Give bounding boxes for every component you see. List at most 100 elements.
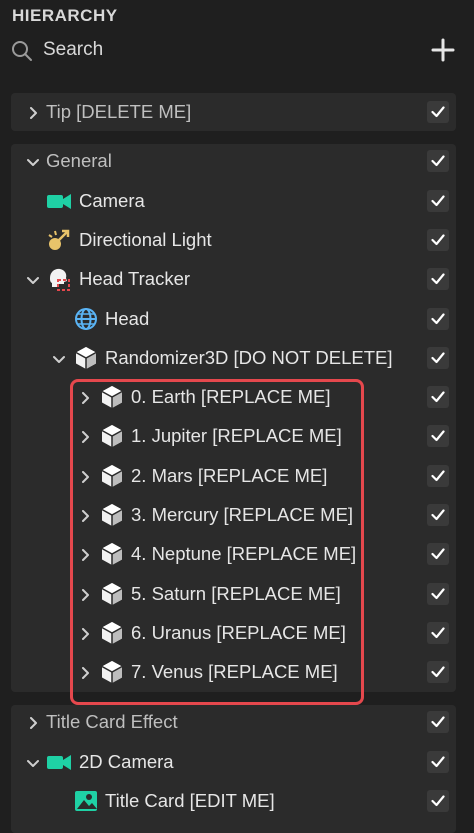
checkmark-icon: [431, 756, 445, 768]
chevron-right-icon[interactable]: [79, 666, 91, 679]
enable-checkbox[interactable]: [427, 661, 449, 683]
camera-icon: [46, 188, 72, 214]
add-object-button[interactable]: [430, 37, 456, 63]
row-label: Tip [DELETE ME]: [46, 101, 192, 122]
checkmark-icon: [431, 195, 445, 207]
search-icon[interactable]: [11, 40, 33, 62]
head-tracker-icon: [46, 266, 72, 292]
hierarchy-row[interactable]: Head: [0, 300, 474, 338]
row-label: 2D Camera: [79, 751, 174, 772]
chevron-right-icon[interactable]: [79, 627, 91, 640]
row-label: Title Card [EDIT ME]: [105, 790, 275, 811]
checkmark-icon: [431, 155, 445, 167]
chevron-right-icon[interactable]: [79, 548, 91, 561]
chevron-right-icon[interactable]: [79, 391, 91, 404]
chevron-down-icon[interactable]: [27, 155, 39, 167]
checkmark-icon: [431, 391, 445, 403]
row-label: 4. Neptune [REPLACE ME]: [131, 543, 357, 564]
hierarchy-row[interactable]: Title Card [EDIT ME]: [0, 782, 474, 820]
section-header-row[interactable]: Title Card Effect: [0, 703, 474, 741]
chevron-down-icon[interactable]: [27, 756, 39, 768]
hierarchy-row[interactable]: Head Tracker: [0, 260, 474, 298]
row-label: Camera: [79, 190, 145, 211]
enable-checkbox[interactable]: [427, 190, 449, 212]
hierarchy-row[interactable]: 2. Mars [REPLACE ME]: [0, 457, 474, 495]
row-label: Title Card Effect: [46, 711, 178, 732]
directional-light-icon: [46, 227, 72, 253]
hierarchy-row[interactable]: Randomizer3D [DO NOT DELETE]: [0, 339, 474, 377]
scene-object-icon: [99, 384, 125, 410]
enable-checkbox[interactable]: [427, 347, 449, 369]
checkmark-icon: [431, 795, 445, 807]
enable-checkbox[interactable]: [427, 150, 449, 172]
checkmark-icon: [431, 106, 445, 118]
section-header-row[interactable]: General: [0, 142, 474, 180]
row-label: 2. Mars [REPLACE ME]: [131, 465, 328, 486]
checkmark-icon: [431, 430, 445, 442]
row-label: 3. Mercury [REPLACE ME]: [131, 504, 354, 525]
checkmark-icon: [431, 509, 445, 521]
scene-object-icon: [99, 659, 125, 685]
enable-checkbox[interactable]: [427, 622, 449, 644]
image-icon: [73, 788, 99, 814]
row-label: Directional Light: [79, 229, 212, 250]
checkmark-icon: [431, 352, 445, 364]
chevron-right-icon[interactable]: [79, 509, 91, 522]
checkmark-icon: [431, 716, 445, 728]
enable-checkbox[interactable]: [427, 543, 449, 565]
enable-checkbox[interactable]: [427, 790, 449, 812]
row-label: Head Tracker: [79, 268, 191, 289]
enable-checkbox[interactable]: [427, 268, 449, 290]
hierarchy-row[interactable]: 1. Jupiter [REPLACE ME]: [0, 417, 474, 455]
chevron-right-icon[interactable]: [79, 470, 91, 483]
hierarchy-row[interactable]: 3. Mercury [REPLACE ME]: [0, 496, 474, 534]
scene-object-icon: [99, 620, 125, 646]
hierarchy-row[interactable]: 5. Saturn [REPLACE ME]: [0, 575, 474, 613]
row-label: General: [46, 150, 112, 171]
hierarchy-header-title: HIERARCHY: [12, 6, 118, 25]
globe-icon: [73, 306, 99, 332]
hierarchy-row[interactable]: 0. Earth [REPLACE ME]: [0, 378, 474, 416]
chevron-right-icon[interactable]: [27, 106, 39, 119]
row-label: 7. Venus [REPLACE ME]: [131, 661, 338, 682]
enable-checkbox[interactable]: [427, 386, 449, 408]
enable-checkbox[interactable]: [427, 711, 449, 733]
checkmark-icon: [431, 666, 445, 678]
hierarchy-row[interactable]: Directional Light: [0, 221, 474, 259]
chevron-right-icon[interactable]: [79, 588, 91, 601]
scene-object-icon: [99, 541, 125, 567]
chevron-right-icon[interactable]: [27, 716, 39, 729]
row-label: 0. Earth [REPLACE ME]: [131, 386, 331, 407]
section-header-row[interactable]: Tip [DELETE ME]: [0, 93, 474, 131]
chevron-down-icon[interactable]: [53, 352, 65, 364]
camera-icon: [46, 749, 72, 775]
checkmark-icon: [431, 627, 445, 639]
chevron-down-icon[interactable]: [27, 273, 39, 285]
enable-checkbox[interactable]: [427, 583, 449, 605]
enable-checkbox[interactable]: [427, 465, 449, 487]
enable-checkbox[interactable]: [427, 425, 449, 447]
enable-checkbox[interactable]: [427, 229, 449, 251]
enable-checkbox[interactable]: [427, 101, 449, 123]
enable-checkbox[interactable]: [427, 751, 449, 773]
checkmark-icon: [431, 273, 445, 285]
hierarchy-row[interactable]: 7. Venus [REPLACE ME]: [0, 653, 474, 691]
checkmark-icon: [431, 470, 445, 482]
chevron-right-icon[interactable]: [79, 430, 91, 443]
hierarchy-row[interactable]: 6. Uranus [REPLACE ME]: [0, 614, 474, 652]
checkmark-icon: [431, 548, 445, 560]
hierarchy-row[interactable]: Camera: [0, 182, 474, 220]
row-label: 5. Saturn [REPLACE ME]: [131, 583, 341, 604]
row-label: Randomizer3D [DO NOT DELETE]: [105, 347, 393, 368]
checkmark-icon: [431, 234, 445, 246]
search-input[interactable]: Search: [43, 39, 103, 61]
checkmark-icon: [431, 313, 445, 325]
enable-checkbox[interactable]: [427, 504, 449, 526]
checkmark-icon: [431, 588, 445, 600]
scene-object-icon: [73, 345, 99, 371]
hierarchy-row[interactable]: 4. Neptune [REPLACE ME]: [0, 535, 474, 573]
hierarchy-row[interactable]: 2D Camera: [0, 743, 474, 781]
enable-checkbox[interactable]: [427, 308, 449, 330]
row-label: Head: [105, 308, 150, 329]
scene-object-icon: [99, 423, 125, 449]
